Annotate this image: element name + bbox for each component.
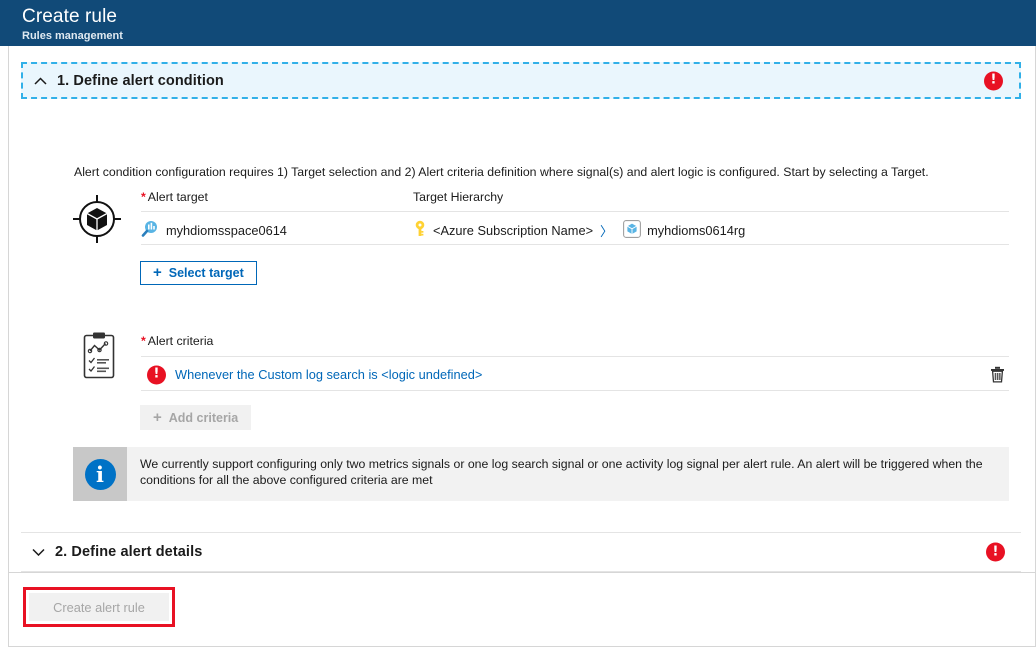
criteria-link[interactable]: Whenever the Custom log search is <logic… [175,367,482,382]
page-title: Create rule [22,5,1036,28]
target-hierarchy-column-header: Target Hierarchy [413,190,503,204]
page-header: Create rule Rules management [0,0,1036,46]
info-banner: i We currently support configuring only … [73,447,1009,501]
alert-target-label: Alert target [148,190,208,204]
form-footer: Create alert rule [9,572,1035,646]
section-header-define-alert-condition[interactable]: 1. Define alert condition ! [21,62,1021,99]
status-badge-glyph-1: ! [991,74,997,87]
status-badge-glyph-2: ! [993,545,999,558]
plus-icon-select-target: + [153,265,162,280]
trash-icon[interactable] [985,364,1009,386]
create-alert-rule-button[interactable]: Create alert rule [29,593,169,621]
add-criteria-button[interactable]: + Add criteria [140,405,251,430]
rule-form-frame: 1. Define alert condition ! Alert condit… [8,46,1036,647]
chevron-down-icon-section-2 [21,548,55,556]
clipboard-metrics-icon [77,331,121,381]
section-title-2: 2. Define alert details [55,544,202,560]
info-icon: i [85,459,116,490]
subscription-name: <Azure Subscription Name> [433,223,593,238]
status-badge-section-1: ! [984,71,1003,90]
section-title-1: 1. Define alert condition [57,73,224,89]
required-marker-target: * [141,190,146,204]
hierarchy-separator-icon: 〉 [600,221,613,240]
chevron-up-icon [23,77,57,85]
criteria-divider-bottom [141,390,1009,391]
target-column-headers: *Alert target Target Hierarchy [141,190,1009,204]
resource-group-icon [623,220,641,241]
target-resource-cell[interactable]: myhdiomsspace0614 [141,220,413,240]
target-hierarchy-cell: <Azure Subscription Name> 〉 myhdioms0614… [413,220,745,241]
alert-criteria-label-wrap: *Alert criteria [141,334,213,348]
target-crosshair-cube-icon [71,193,123,245]
condition-description: Alert condition configuration requires 1… [74,164,1004,181]
log-analytics-workspace-icon [141,220,158,240]
alert-criteria-label: Alert criteria [148,334,214,348]
select-target-label: Select target [169,266,244,280]
section-header-define-alert-details[interactable]: 2. Define alert details ! [21,533,1021,571]
target-row: myhdiomsspace0614 <Azure Subscription Na… [141,218,1009,242]
create-rule-page: Create rule Rules management 1. Define a… [0,0,1036,647]
target-resource-name: myhdiomsspace0614 [166,223,287,238]
info-icon-glyph: i [96,462,104,487]
info-banner-text: We currently support configuring only tw… [127,447,1009,501]
target-divider-bottom [141,244,1009,245]
key-icon [413,220,427,240]
criteria-error-glyph: ! [154,367,160,382]
page-subtitle: Rules management [22,29,1036,43]
alert-target-column-header: *Alert target [141,190,413,204]
criteria-divider-top [141,356,1009,357]
form-scroll-area: 1. Define alert condition ! Alert condit… [9,46,1035,571]
info-icon-container: i [73,447,127,501]
select-target-button[interactable]: + Select target [140,261,257,285]
target-divider-top [141,211,1009,212]
required-marker-criteria: * [141,334,146,348]
plus-icon-add-criteria: + [153,410,162,425]
add-criteria-label: Add criteria [169,411,238,425]
status-badge-section-2: ! [986,543,1005,562]
criteria-row: ! Whenever the Custom log search is <log… [141,362,1009,387]
criteria-error-badge: ! [147,365,166,384]
resource-group-name: myhdioms0614rg [647,223,745,238]
